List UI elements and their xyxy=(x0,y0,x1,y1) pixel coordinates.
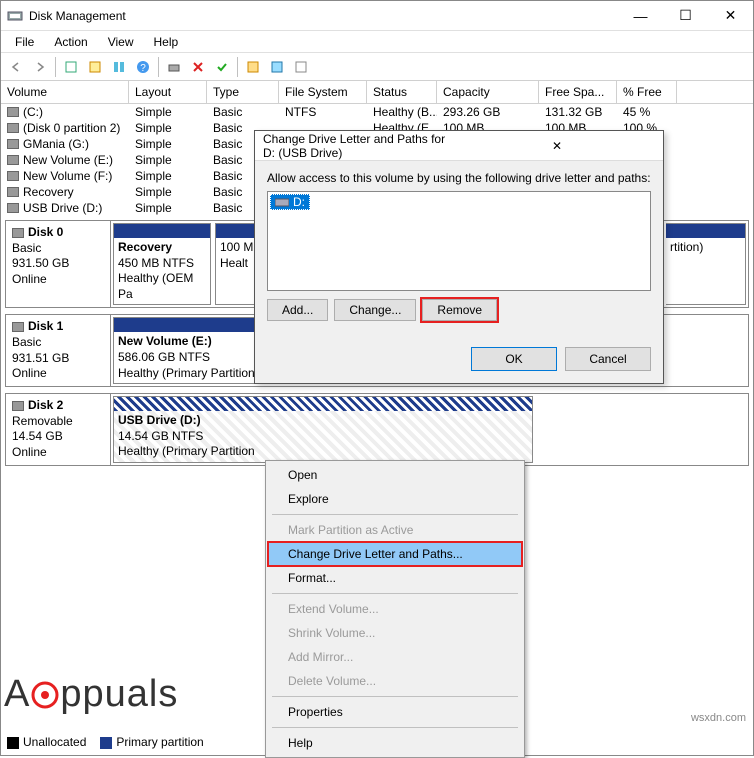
partition[interactable]: 100 MHealt xyxy=(215,223,259,305)
app-icon xyxy=(7,8,23,24)
menu-item[interactable]: Properties xyxy=(268,700,522,724)
drive-icon xyxy=(275,196,289,208)
col-capacity[interactable]: Capacity xyxy=(437,81,539,103)
volume-row[interactable]: (C:)SimpleBasicNTFSHealthy (B...293.26 G… xyxy=(1,104,753,120)
menu-item[interactable]: Open xyxy=(268,463,522,487)
menu-file[interactable]: File xyxy=(5,33,44,51)
volume-table-header: Volume Layout Type File System Status Ca… xyxy=(1,81,753,104)
toolbar-icon[interactable] xyxy=(242,56,264,78)
menu-item: Add Mirror... xyxy=(268,645,522,669)
menu-help[interactable]: Help xyxy=(144,33,189,51)
maximize-button[interactable]: ☐ xyxy=(663,1,708,31)
separator xyxy=(158,57,159,77)
path-listbox[interactable]: D: xyxy=(267,191,651,291)
col-layout[interactable]: Layout xyxy=(129,81,207,103)
separator xyxy=(237,57,238,77)
legend: Unallocated Primary partition xyxy=(7,735,204,749)
ok-button[interactable]: OK xyxy=(471,347,557,371)
menu-item[interactable]: Help xyxy=(268,731,522,755)
forward-button[interactable] xyxy=(29,56,51,78)
dialog-close-button[interactable]: ✕ xyxy=(459,139,655,153)
window-title: Disk Management xyxy=(29,9,618,23)
menubar: File Action View Help xyxy=(1,31,753,53)
svg-text:?: ? xyxy=(140,63,146,74)
minimize-button[interactable]: — xyxy=(618,1,663,31)
col-free[interactable]: Free Spa... xyxy=(539,81,617,103)
menu-item: Extend Volume... xyxy=(268,597,522,621)
brand-logo: Appuals xyxy=(4,673,178,716)
add-button[interactable]: Add... xyxy=(267,299,328,321)
menu-item: Mark Partition as Active xyxy=(268,518,522,542)
col-volume[interactable]: Volume xyxy=(1,81,129,103)
context-menu: OpenExplore Mark Partition as ActiveChang… xyxy=(265,460,525,758)
disk-row: Disk 2Removable14.54 GBOnlineUSB Drive (… xyxy=(5,393,749,466)
dialog-text: Allow access to this volume by using the… xyxy=(267,171,651,185)
col-filesystem[interactable]: File System xyxy=(279,81,367,103)
col-type[interactable]: Type xyxy=(207,81,279,103)
menu-item: Shrink Volume... xyxy=(268,621,522,645)
menu-item[interactable]: Format... xyxy=(268,566,522,590)
partition[interactable]: rtition) xyxy=(666,223,746,305)
menu-item[interactable]: Explore xyxy=(268,487,522,511)
check-icon[interactable] xyxy=(211,56,233,78)
toolbar-icon[interactable] xyxy=(290,56,312,78)
toolbar-icon[interactable] xyxy=(84,56,106,78)
menu-item: Delete Volume... xyxy=(268,669,522,693)
toolbar-icon[interactable] xyxy=(266,56,288,78)
titlebar: Disk Management — ☐ ✕ xyxy=(1,1,753,31)
back-button[interactable] xyxy=(5,56,27,78)
watermark: wsxdn.com xyxy=(691,712,746,724)
menu-separator xyxy=(272,593,518,594)
toolbar: ? xyxy=(1,53,753,81)
help-icon[interactable]: ? xyxy=(132,56,154,78)
partition[interactable]: Recovery450 MB NTFSHealthy (OEM Pa xyxy=(113,223,211,305)
change-letter-dialog: Change Drive Letter and Paths for D: (US… xyxy=(254,130,664,384)
partition[interactable]: USB Drive (D:)14.54 GB NTFSHealthy (Prim… xyxy=(113,396,533,463)
remove-button[interactable]: Remove xyxy=(422,299,497,321)
separator xyxy=(55,57,56,77)
delete-icon[interactable] xyxy=(187,56,209,78)
menu-view[interactable]: View xyxy=(98,33,144,51)
toolbar-icon[interactable] xyxy=(163,56,185,78)
toolbar-icon[interactable] xyxy=(60,56,82,78)
dialog-title: Change Drive Letter and Paths for D: (US… xyxy=(263,132,459,160)
menu-separator xyxy=(272,727,518,728)
dialog-titlebar: Change Drive Letter and Paths for D: (US… xyxy=(255,131,663,161)
toolbar-icon[interactable] xyxy=(108,56,130,78)
drive-letter-entry[interactable]: D: xyxy=(270,194,310,210)
menu-separator xyxy=(272,514,518,515)
change-button[interactable]: Change... xyxy=(334,299,416,321)
col-status[interactable]: Status xyxy=(367,81,437,103)
menu-action[interactable]: Action xyxy=(44,33,97,51)
menu-item[interactable]: Change Drive Letter and Paths... xyxy=(268,542,522,566)
legend-primary: Primary partition xyxy=(100,735,203,749)
cancel-button[interactable]: Cancel xyxy=(565,347,651,371)
col-pctfree[interactable]: % Free xyxy=(617,81,677,103)
legend-unallocated: Unallocated xyxy=(7,735,86,749)
close-button[interactable]: ✕ xyxy=(708,1,753,31)
menu-separator xyxy=(272,696,518,697)
